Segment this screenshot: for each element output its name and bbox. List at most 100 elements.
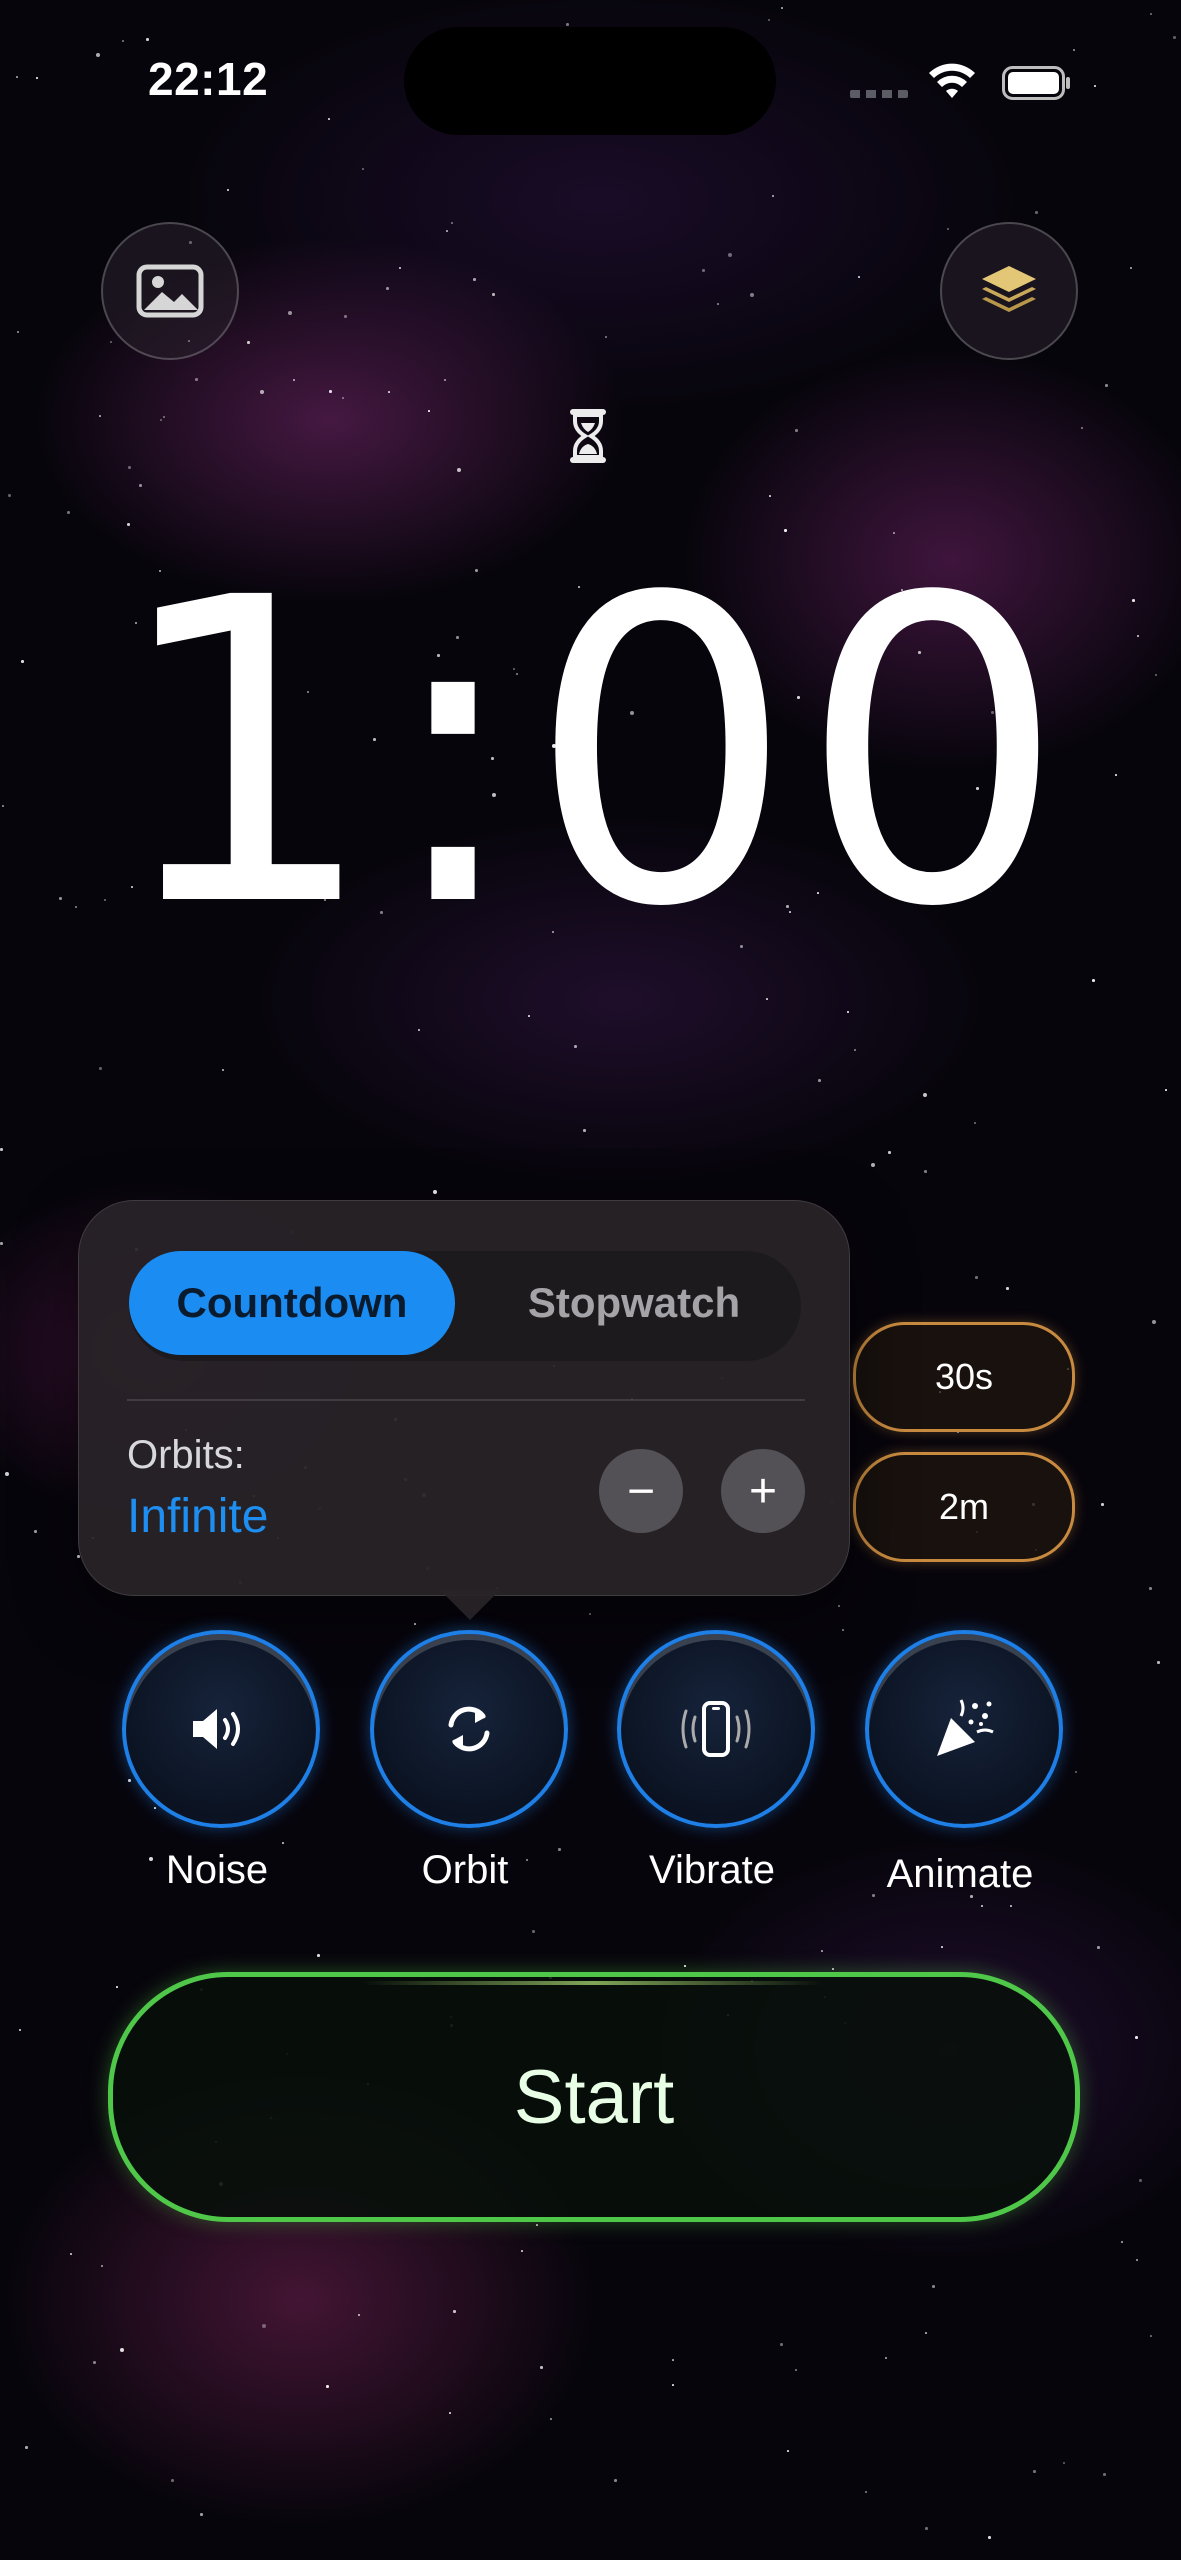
- photo-icon: [136, 264, 204, 318]
- segment-countdown[interactable]: Countdown: [129, 1251, 455, 1355]
- star: [1121, 2241, 1123, 2243]
- star: [1173, 36, 1176, 39]
- star: [99, 415, 101, 417]
- star: [0, 1242, 3, 1245]
- star: [1092, 979, 1095, 982]
- star: [795, 2369, 797, 2371]
- hourglass-icon: [570, 409, 606, 463]
- star: [566, 23, 569, 26]
- preset-2m-button[interactable]: 2m: [853, 1452, 1075, 1562]
- orbits-increment-button[interactable]: +: [721, 1449, 805, 1533]
- star: [1150, 13, 1152, 15]
- star: [1152, 1320, 1156, 1324]
- cellular-signal-icon: [850, 90, 908, 98]
- layers-icon: [982, 266, 1036, 312]
- noise-button[interactable]: [122, 1630, 320, 1828]
- star: [457, 468, 461, 472]
- star: [1063, 2462, 1065, 2464]
- star: [288, 311, 292, 315]
- star: [163, 416, 165, 418]
- star: [5, 1472, 9, 1476]
- background-photo-button[interactable]: [101, 222, 239, 360]
- status-time: 22:12: [148, 53, 269, 105]
- star: [854, 1049, 856, 1051]
- star: [728, 253, 732, 257]
- star: [865, 2491, 867, 2493]
- star: [492, 293, 495, 296]
- animate-label: Animate: [886, 1852, 1034, 1896]
- star: [818, 1079, 821, 1082]
- star: [317, 1954, 320, 1957]
- star: [975, 1276, 978, 1279]
- star: [122, 40, 124, 42]
- star: [988, 2536, 991, 2539]
- star: [329, 390, 332, 393]
- battery-icon: [1002, 66, 1070, 100]
- star: [25, 2446, 28, 2449]
- timer-mode-popover: Countdown Stopwatch Orbits: Infinite − +: [78, 1200, 850, 1596]
- preset-30s-button[interactable]: 30s: [853, 1322, 1075, 1432]
- timer-display[interactable]: 1:00: [0, 545, 1181, 965]
- star: [262, 2324, 266, 2328]
- star: [99, 1067, 102, 1070]
- star: [1135, 2036, 1138, 2039]
- star: [932, 2285, 935, 2288]
- star: [433, 1190, 437, 1194]
- star: [923, 1093, 927, 1097]
- star: [769, 495, 771, 497]
- star: [614, 2479, 617, 2482]
- star: [924, 1170, 927, 1173]
- star: [1097, 1946, 1100, 1949]
- star: [821, 1950, 823, 1952]
- star: [1149, 1587, 1152, 1590]
- star: [684, 1965, 686, 1967]
- star: [532, 1930, 535, 1933]
- star: [925, 2527, 928, 2530]
- speaker-icon: [193, 1709, 240, 1749]
- star: [702, 269, 705, 272]
- vibrate-button[interactable]: [617, 1630, 815, 1828]
- star: [293, 379, 295, 381]
- orbit-label: Orbit: [421, 1848, 509, 1892]
- star: [344, 315, 347, 318]
- star: [1033, 2470, 1036, 2473]
- star: [36, 77, 38, 79]
- star: [1081, 427, 1083, 429]
- star: [1010, 1905, 1012, 1907]
- star: [1103, 2473, 1106, 2476]
- star: [160, 419, 162, 421]
- start-label: Start: [513, 2054, 675, 2140]
- start-button[interactable]: Start: [108, 1972, 1080, 2222]
- star: [451, 222, 453, 224]
- star: [362, 168, 364, 170]
- star: [1035, 211, 1038, 214]
- star: [328, 118, 330, 120]
- wifi-icon: [929, 63, 975, 98]
- star: [446, 230, 448, 232]
- star: [1006, 1287, 1009, 1290]
- star: [139, 484, 142, 487]
- star: [1165, 1089, 1167, 1091]
- noise-label: Noise: [165, 1848, 269, 1892]
- star: [1105, 384, 1108, 387]
- animate-button[interactable]: [865, 1630, 1063, 1828]
- star: [120, 2348, 124, 2352]
- star: [780, 2343, 783, 2346]
- star: [768, 19, 770, 21]
- orbits-decrement-button[interactable]: −: [599, 1449, 683, 1533]
- vibrate-label: Vibrate: [648, 1848, 775, 1892]
- party-popper-icon: [937, 1699, 994, 1756]
- star: [67, 511, 70, 514]
- themes-layers-button[interactable]: [940, 222, 1078, 360]
- popover-arrow: [440, 1590, 500, 1620]
- star: [1150, 2335, 1152, 2337]
- star: [1130, 267, 1132, 269]
- star: [222, 1069, 224, 1071]
- segment-stopwatch[interactable]: Stopwatch: [469, 1251, 799, 1355]
- star: [200, 2513, 203, 2516]
- star: [1136, 2259, 1138, 2261]
- star: [195, 378, 198, 381]
- orbit-button[interactable]: [370, 1630, 568, 1828]
- star: [536, 2224, 538, 2226]
- star: [260, 390, 264, 394]
